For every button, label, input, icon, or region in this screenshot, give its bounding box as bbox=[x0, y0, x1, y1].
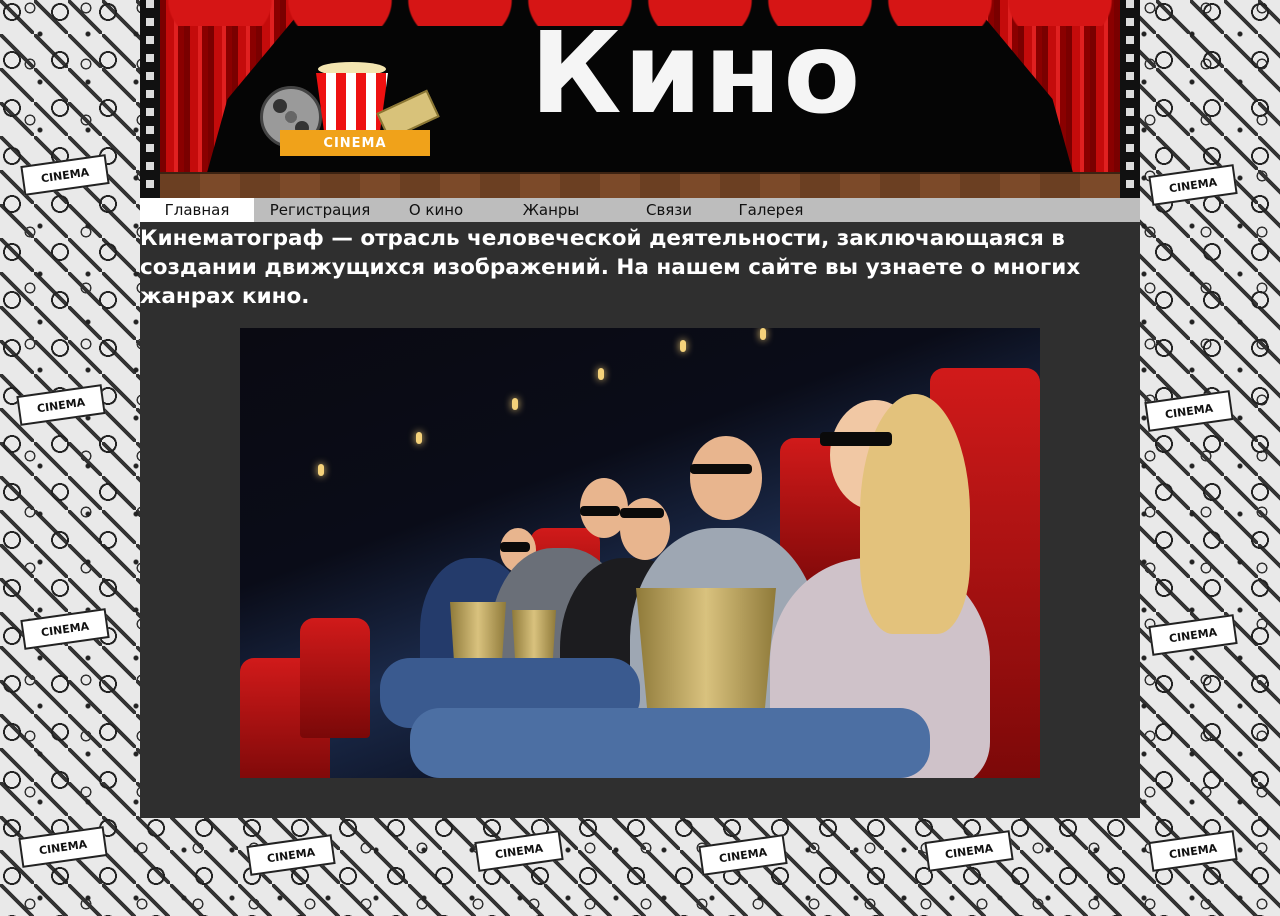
intro-text: Кинематограф — отрасль человеческой деят… bbox=[140, 226, 1081, 309]
theater-seat bbox=[300, 618, 370, 738]
background-cinema-ticket-doodle: CINEMA bbox=[1148, 164, 1238, 206]
nav-item-about[interactable]: О кино bbox=[386, 198, 486, 222]
viewer-head bbox=[690, 436, 762, 520]
cinema-audience-photo bbox=[240, 328, 1040, 778]
background-cinema-ticket-doodle: CINEMA bbox=[246, 834, 336, 876]
3d-glasses bbox=[620, 508, 664, 518]
page-container: CINEMA Кино Главная Регистрация О кино Ж… bbox=[140, 0, 1140, 818]
background-cinema-ticket-doodle: CINEMA bbox=[1148, 830, 1238, 872]
ceiling-light bbox=[760, 328, 766, 340]
nav-item-gallery[interactable]: Галерея bbox=[722, 198, 820, 222]
background-cinema-ticket-doodle: CINEMA bbox=[20, 608, 110, 650]
nav-item-registration[interactable]: Регистрация bbox=[254, 198, 386, 222]
stage-floor-image bbox=[160, 172, 1120, 198]
ceiling-light bbox=[416, 432, 422, 444]
background-cinema-ticket-doodle: CINEMA bbox=[1148, 614, 1238, 656]
background-cinema-ticket-doodle: CINEMA bbox=[924, 830, 1014, 872]
viewer-hair bbox=[860, 394, 970, 634]
viewer-legs bbox=[410, 708, 930, 778]
popcorn-bucket bbox=[636, 588, 776, 710]
nav-item-contacts[interactable]: Связи bbox=[616, 198, 722, 222]
3d-glasses bbox=[500, 542, 530, 552]
3d-glasses bbox=[690, 464, 752, 474]
ceiling-light bbox=[680, 340, 686, 352]
ceiling-light bbox=[318, 464, 324, 476]
header-banner: CINEMA Кино bbox=[140, 0, 1140, 198]
background-cinema-ticket-doodle: CINEMA bbox=[18, 826, 108, 868]
background-cinema-ticket-doodle: CINEMA bbox=[1144, 390, 1234, 432]
main-nav: Главная Регистрация О кино Жанры Связи Г… bbox=[140, 198, 1140, 222]
site-title: Кино bbox=[530, 9, 863, 139]
background-cinema-ticket-doodle: CINEMA bbox=[474, 830, 564, 872]
ceiling-light bbox=[598, 368, 604, 380]
background-cinema-ticket-doodle: CINEMA bbox=[16, 384, 106, 426]
curtain-right-image bbox=[970, 0, 1120, 180]
3d-glasses bbox=[820, 432, 892, 446]
nav-item-home[interactable]: Главная bbox=[140, 198, 254, 222]
cinema-logo-label: CINEMA bbox=[280, 130, 430, 156]
3d-glasses bbox=[580, 506, 620, 516]
background-cinema-ticket-doodle: CINEMA bbox=[20, 154, 110, 196]
film-strip-left-image bbox=[140, 0, 160, 198]
popcorn-bucket-icon bbox=[316, 73, 388, 136]
cinema-logo: CINEMA bbox=[258, 62, 448, 162]
background-cinema-ticket-doodle: CINEMA bbox=[698, 834, 788, 876]
film-strip-right-image bbox=[1120, 0, 1140, 198]
nav-item-genres[interactable]: Жанры bbox=[486, 198, 616, 222]
ceiling-light bbox=[512, 398, 518, 410]
